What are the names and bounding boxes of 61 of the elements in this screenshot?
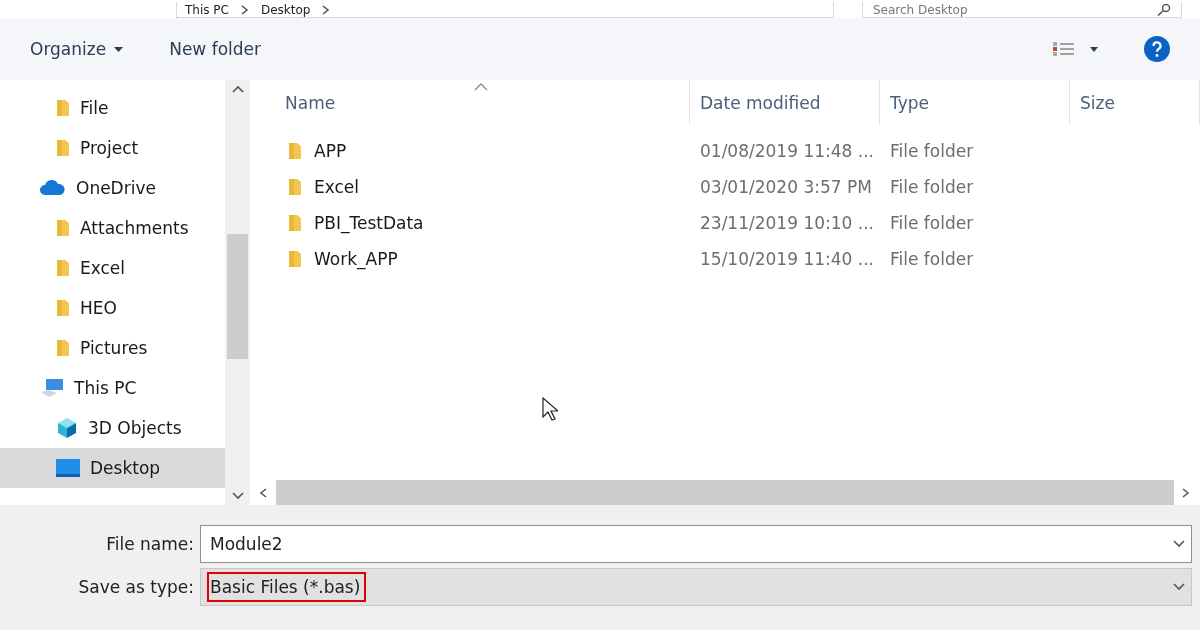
folder-icon <box>56 138 70 158</box>
column-header[interactable]: Date modified <box>690 80 880 125</box>
nav-item[interactable]: Desktop <box>0 448 225 488</box>
folder-icon <box>56 298 70 318</box>
help-icon[interactable] <box>1144 36 1170 62</box>
dropdown-chevron-icon[interactable] <box>1173 582 1185 592</box>
column-header[interactable]: Type <box>880 80 1070 125</box>
folder-icon <box>56 98 70 118</box>
folder-icon <box>288 213 302 233</box>
scroll-up-icon[interactable] <box>231 84 244 94</box>
column-header[interactable]: Size <box>1070 80 1200 125</box>
folder-icon <box>56 218 70 238</box>
file-name-cell[interactable]: Excel <box>250 177 690 197</box>
type-cell-text: File folder <box>889 249 975 269</box>
date-cell-text: 15/10/2019 11:40 ... <box>699 249 875 269</box>
desktop-icon <box>56 459 80 477</box>
type-cell-text: File folder <box>889 213 975 233</box>
mouse-pointer-icon <box>542 397 558 421</box>
date-cell-text: 01/08/2019 11:48 ... <box>699 141 875 161</box>
column-header[interactable]: Name <box>250 80 690 125</box>
nav-item[interactable]: File <box>0 88 225 128</box>
folder-icon <box>56 338 70 358</box>
cloud-icon <box>40 180 66 196</box>
scroll-down-icon[interactable] <box>231 491 244 501</box>
date-cell-text: 23/11/2019 10:10 ... <box>699 213 875 233</box>
folder-icon <box>56 258 70 278</box>
cube-icon <box>56 417 78 439</box>
nav-item[interactable]: This PC <box>0 368 225 408</box>
save-as-type-label: Save as type: <box>77 576 195 599</box>
horizontal-scrollbar[interactable] <box>276 480 1174 505</box>
computer-icon <box>40 378 64 398</box>
new-folder-button[interactable]: New folder <box>169 39 261 59</box>
nav-item[interactable]: HEO <box>0 288 225 328</box>
type-cell-text: File folder <box>889 141 975 161</box>
nav-item[interactable]: 3D Objects <box>0 408 225 448</box>
nav-item[interactable]: Excel <box>0 248 225 288</box>
save-as-type-dropdown[interactable]: Basic Files (*.bas) <box>200 568 1192 606</box>
file-name-cell[interactable]: Work_APP <box>250 249 690 269</box>
nav-item[interactable]: OneDrive <box>0 168 225 208</box>
folder-icon <box>288 141 302 161</box>
scrollbar-thumb[interactable] <box>227 234 248 359</box>
file-name-cell[interactable]: PBI_TestData <box>250 213 690 233</box>
file-name-field[interactable]: Module2 <box>200 525 1192 563</box>
nav-item[interactable]: Pictures <box>0 328 225 368</box>
date-cell-text: 03/01/2020 3:57 PM <box>699 177 873 197</box>
dropdown-chevron-icon[interactable] <box>1173 539 1185 549</box>
nav-item[interactable]: Project <box>0 128 225 168</box>
folder-icon <box>288 177 302 197</box>
sort-up-icon <box>474 83 488 91</box>
breadcrumb[interactable]: Desktop <box>260 2 311 17</box>
folder-icon <box>288 249 302 269</box>
caret-icon <box>114 46 124 52</box>
file-name-label: File name: <box>105 533 195 556</box>
scroll-right-icon[interactable] <box>1180 487 1192 498</box>
view-options-icon[interactable] <box>1052 41 1098 57</box>
organize-button[interactable]: Organize <box>30 39 124 59</box>
file-name-cell[interactable]: APP <box>250 141 690 161</box>
type-cell-text: File folder <box>889 177 975 197</box>
breadcrumb[interactable]: This PC <box>185 2 229 17</box>
nav-item[interactable]: Attachments <box>0 208 225 248</box>
search-icon <box>1157 3 1171 16</box>
